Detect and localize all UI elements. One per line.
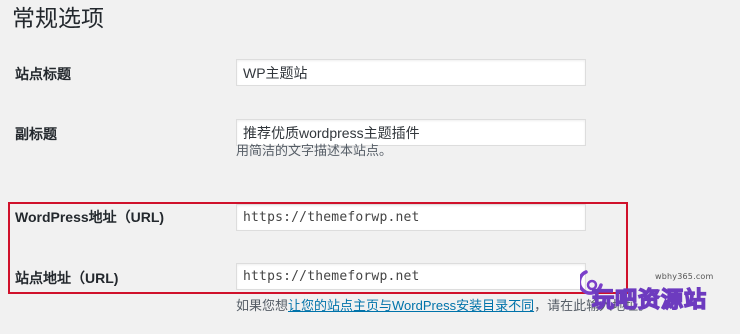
tagline-label: 副标题 xyxy=(15,126,57,142)
site-address-input[interactable] xyxy=(236,263,586,290)
wp-address-label: WordPress地址（URL) xyxy=(15,209,165,225)
site-address-description: 如果您想让您的站点主页与WordPress安装目录不同，请在此输入地址。 xyxy=(236,297,651,315)
site-address-label: 站点地址（URL) xyxy=(15,270,119,286)
site-title-label: 站点标题 xyxy=(15,66,71,82)
watermark: wbhy365.com 玩吧资源站 xyxy=(580,264,740,324)
watermark-site: wbhy365.com xyxy=(655,272,714,281)
site-address-description-suffix: ，请在此输入地址。 xyxy=(534,298,652,313)
site-address-doc-link[interactable]: 让您的站点主页与WordPress安装目录不同 xyxy=(288,298,534,313)
site-address-description-prefix: 如果您想 xyxy=(236,298,289,313)
tagline-description: 用简洁的文字描述本站点。 xyxy=(236,143,393,158)
site-title-input[interactable] xyxy=(236,59,586,86)
wp-address-input[interactable] xyxy=(236,204,586,231)
page-title: 常规选项 xyxy=(12,5,104,31)
